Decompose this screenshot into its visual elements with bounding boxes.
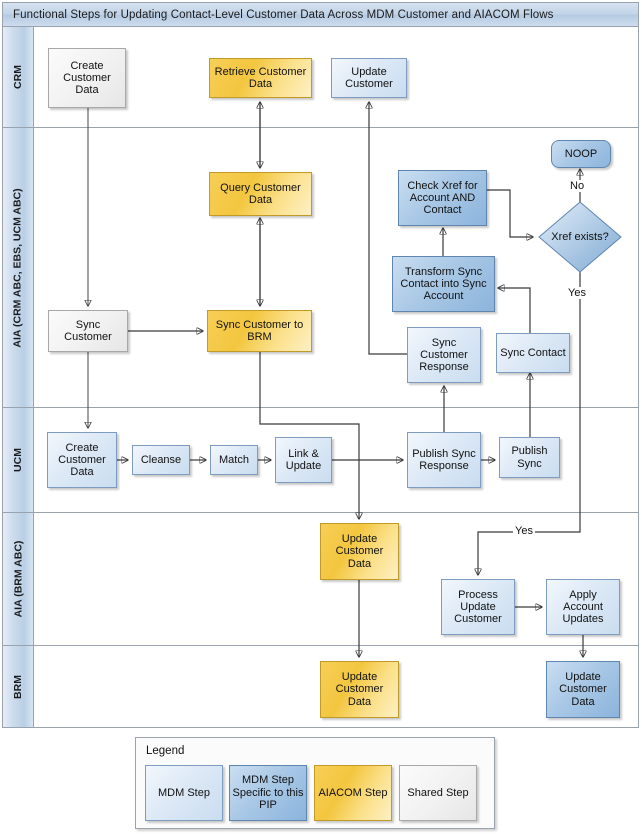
lane-header-aia-crm: AIA (CRM ABC, EBS, UCM ABC) bbox=[3, 128, 34, 408]
node-update-customer-data-aia-brm[interactable]: Update Customer Data bbox=[320, 523, 399, 580]
lane-header-aia-brm: AIA (BRM ABC) bbox=[3, 513, 34, 646]
node-check-xref[interactable]: Check Xref for Account AND Contact bbox=[398, 170, 487, 226]
lane-label-aia-brm: AIA (BRM ABC) bbox=[12, 540, 25, 618]
diagram-title-bar: Functional Steps for Updating Contact-Le… bbox=[3, 3, 638, 27]
node-apply-account-updates[interactable]: Apply Account Updates bbox=[546, 579, 620, 635]
node-sync-customer-response[interactable]: Sync Customer Response bbox=[407, 327, 481, 383]
node-create-customer-data-ucm[interactable]: Create Customer Data bbox=[47, 432, 117, 488]
legend-title: Legend bbox=[146, 745, 185, 757]
edge-label-yes-lower: Yes bbox=[566, 287, 588, 299]
node-match[interactable]: Match bbox=[210, 445, 258, 475]
edge-label-no: No bbox=[568, 180, 587, 192]
node-update-customer-data-brm-right[interactable]: Update Customer Data bbox=[546, 661, 620, 718]
lane-label-aia-crm: AIA (CRM ABC, EBS, UCM ABC) bbox=[12, 187, 24, 348]
node-update-customer-data-brm-left[interactable]: Update Customer Data bbox=[320, 661, 399, 718]
lane-label-ucm: UCM bbox=[11, 448, 24, 472]
node-retrieve-customer-data[interactable]: Retrieve Customer Data bbox=[209, 58, 312, 98]
lane-header-brm: BRM bbox=[3, 646, 34, 727]
node-xref-exists-decision[interactable]: Xref exists? bbox=[537, 200, 623, 274]
node-query-customer-data[interactable]: Query Customer Data bbox=[209, 172, 312, 216]
node-process-update-customer[interactable]: Process Update Customer bbox=[441, 579, 515, 635]
page-title: Functional Steps for Updating Contact-Le… bbox=[13, 8, 554, 21]
legend-item-mdm-step-pip: MDM Step Specific to this PIP bbox=[229, 765, 307, 821]
node-create-customer-data-crm[interactable]: Create Customer Data bbox=[48, 48, 126, 108]
node-publish-sync-response[interactable]: Publish Sync Response bbox=[407, 432, 481, 488]
node-transform-sync-contact[interactable]: Transform Sync Contact into Sync Account bbox=[392, 256, 495, 312]
legend-panel: Legend MDM Step MDM Step Specific to thi… bbox=[135, 737, 495, 829]
node-sync-contact[interactable]: Sync Contact bbox=[496, 333, 570, 373]
node-sync-customer[interactable]: Sync Customer bbox=[48, 310, 128, 352]
node-link-and-update[interactable]: Link & Update bbox=[275, 437, 332, 483]
legend-item-mdm-step: MDM Step bbox=[145, 765, 223, 821]
lane-header-ucm: UCM bbox=[3, 408, 34, 513]
node-noop[interactable]: NOOP bbox=[551, 140, 611, 168]
node-update-customer-crm[interactable]: Update Customer bbox=[331, 58, 407, 98]
lane-header-crm: CRM bbox=[3, 27, 34, 128]
node-publish-sync[interactable]: Publish Sync bbox=[499, 437, 560, 478]
edge-label-yes-brm: Yes bbox=[513, 525, 535, 537]
node-cleanse[interactable]: Cleanse bbox=[132, 445, 190, 475]
diagram-canvas: Functional Steps for Updating Contact-Le… bbox=[0, 0, 642, 837]
legend-item-shared-step: Shared Step bbox=[399, 765, 477, 821]
node-sync-customer-to-brm[interactable]: Sync Customer to BRM bbox=[207, 310, 312, 352]
lane-label-crm: CRM bbox=[11, 65, 24, 89]
legend-item-aiacom-step: AIACOM Step bbox=[314, 765, 392, 821]
lane-label-brm: BRM bbox=[11, 674, 24, 699]
